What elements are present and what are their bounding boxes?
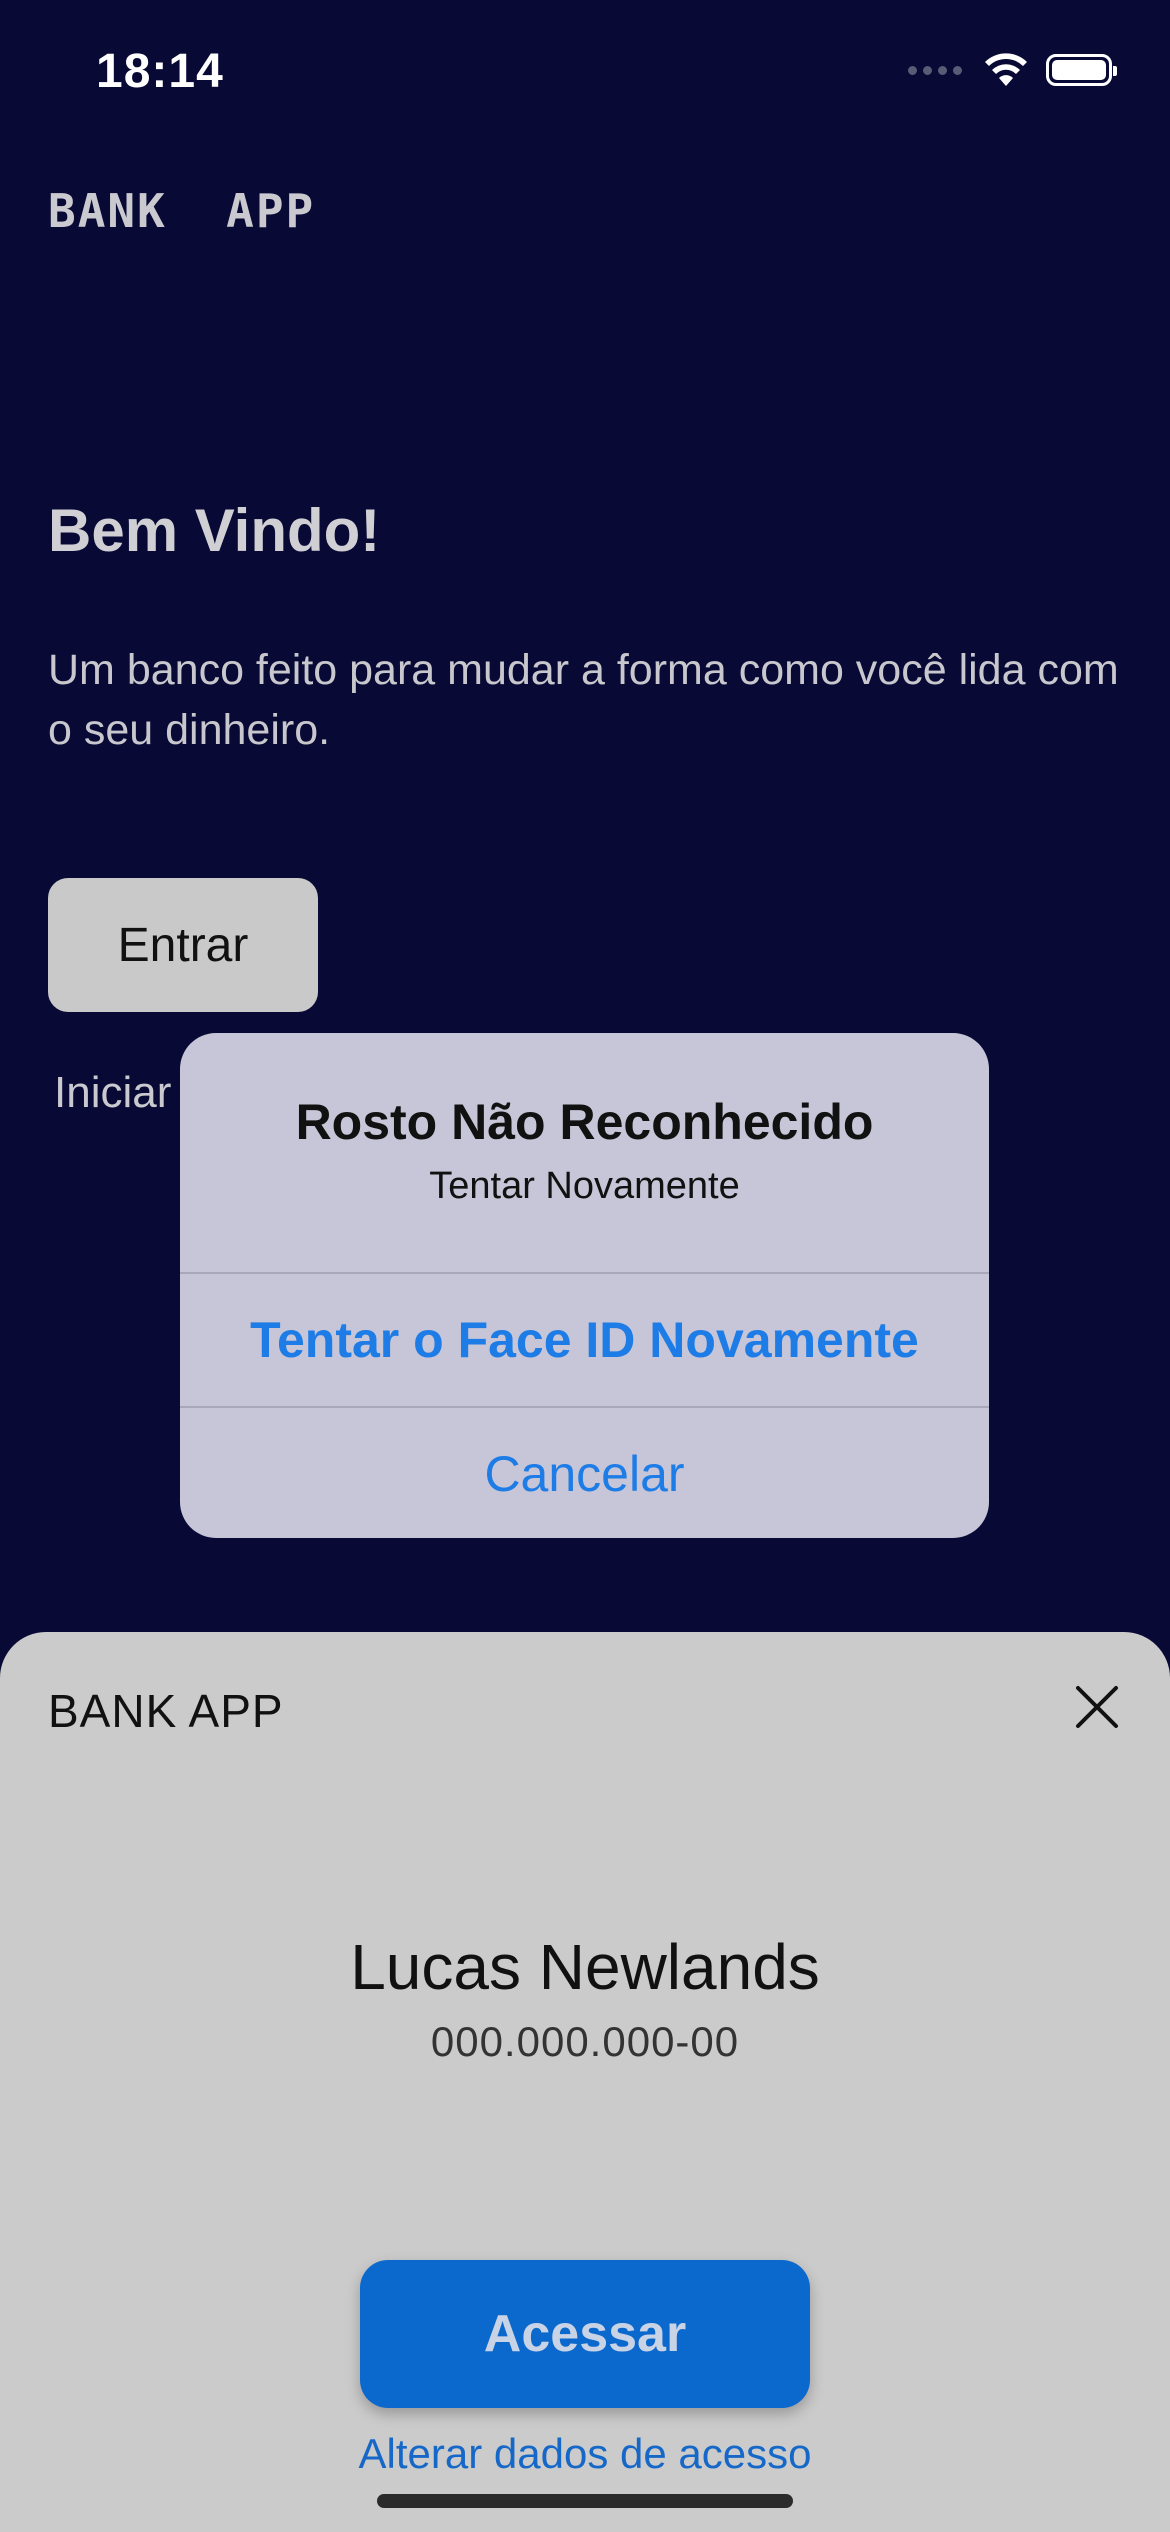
wifi-icon [982, 52, 1030, 88]
change-access-link[interactable]: Alterar dados de acesso [0, 2430, 1170, 2478]
status-time: 18:14 [96, 45, 224, 98]
close-icon[interactable] [1074, 1684, 1120, 1730]
cellular-dots-icon [908, 65, 962, 75]
sheet-title: BANK APP [48, 1685, 284, 1737]
enter-button[interactable]: Entrar [48, 878, 318, 1012]
face-id-alert: Rosto Não Reconhecido Tentar Novamente T… [180, 1033, 989, 1538]
app-logo: BANK APP [48, 184, 316, 238]
home-indicator [377, 2494, 793, 2508]
alert-title: Rosto Não Reconhecido [295, 1094, 874, 1150]
status-icons [908, 52, 1117, 88]
alert-header: Rosto Não Reconhecido Tentar Novamente [180, 1033, 989, 1272]
retry-face-id-button[interactable]: Tentar o Face ID Novamente [180, 1272, 989, 1406]
alert-message: Tentar Novamente [429, 1165, 740, 1207]
user-document: 000.000.000-00 [430, 2018, 740, 2065]
cancel-button[interactable]: Cancelar [180, 1406, 989, 1538]
access-button[interactable]: Acessar [360, 2260, 810, 2408]
user-name: Lucas Newlands [350, 1931, 820, 2003]
welcome-title: Bem Vindo! [48, 497, 381, 564]
start-link[interactable]: Iniciar [54, 1068, 171, 1118]
welcome-subtitle: Um banco feito para mudar a forma como v… [48, 646, 1119, 754]
battery-icon [1046, 54, 1117, 86]
